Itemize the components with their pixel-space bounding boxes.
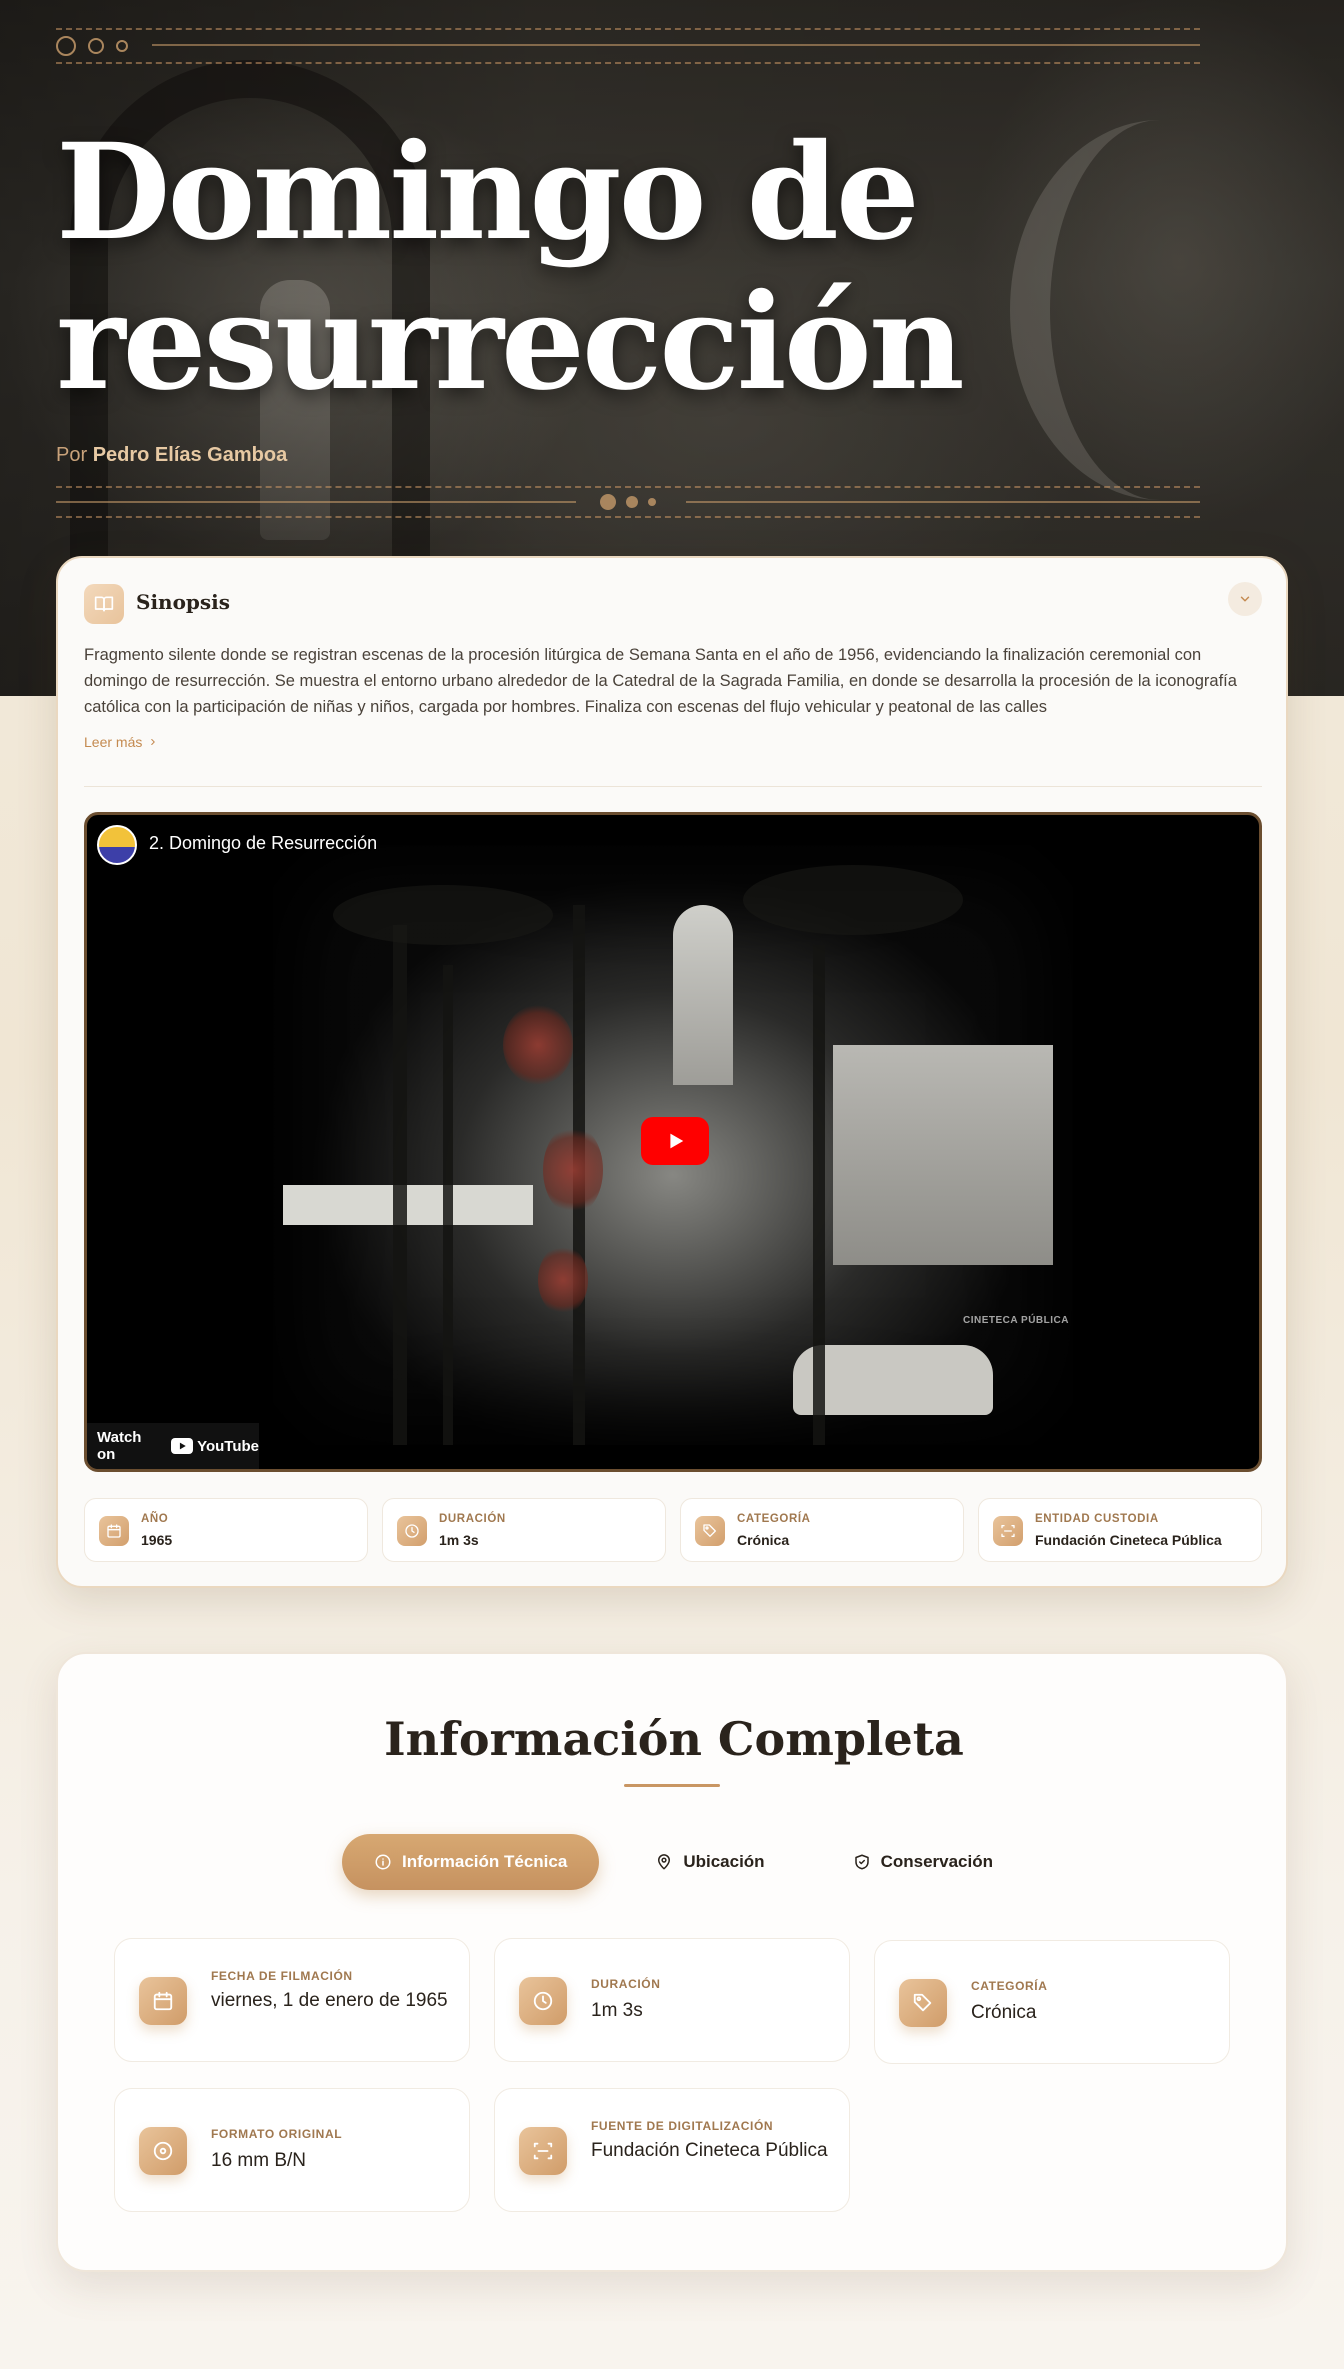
metadata-row: AÑO 1965 DURACIÓN 1m 3s CATEGORÍA Crónic… [84, 1498, 1262, 1562]
info-item-filming-date: FECHA DE FILMACIÓN viernes, 1 de enero d… [114, 1938, 470, 2062]
read-more-link[interactable]: Leer más [84, 734, 158, 750]
synopsis-card: Sinopsis Fragmento silente donde se regi… [56, 556, 1288, 1588]
scan-icon [519, 2127, 567, 2175]
page-title: Domingo de resurrección [56, 115, 965, 420]
clock-icon [519, 1977, 567, 2025]
info-tabs: Información Técnica Ubicación Conservaci… [342, 1834, 1025, 1890]
watch-on-youtube-link[interactable]: Watch on YouTube [87, 1423, 259, 1469]
synopsis-title: Sinopsis [136, 590, 231, 614]
decorative-dots [600, 494, 656, 510]
decorative-dashed-line [56, 62, 1200, 64]
info-item-category: CATEGORÍA Crónica [874, 1940, 1230, 2064]
meta-year: AÑO 1965 [84, 1498, 368, 1562]
decorative-line [152, 44, 1200, 46]
decorative-dashed-line [56, 516, 1200, 518]
meta-custodian: ENTIDAD CUSTODIA Fundación Cineteca Públ… [978, 1498, 1262, 1562]
tab-technical-info[interactable]: Información Técnica [342, 1834, 600, 1890]
divider [84, 786, 1262, 787]
disc-icon [139, 2127, 187, 2175]
calendar-icon [139, 1977, 187, 2025]
author-byline: Por Pedro Elías Gamboa [56, 444, 288, 466]
channel-avatar[interactable] [97, 825, 137, 865]
shield-check-icon [854, 1854, 869, 1870]
calendar-icon [99, 1516, 129, 1546]
map-pin-icon [658, 1854, 671, 1870]
tab-conservation[interactable]: Conservación [821, 1834, 1025, 1890]
chevron-right-icon [151, 738, 156, 746]
video-title[interactable]: 2. Domingo de Resurrección [149, 833, 377, 854]
title-underline [624, 1784, 720, 1787]
video-player[interactable]: CINETECA PÚBLICA 2. Domingo de Resurrecc… [84, 812, 1262, 1472]
tag-icon [695, 1516, 725, 1546]
tab-location[interactable]: Ubicación [623, 1834, 796, 1890]
meta-duration: DURACIÓN 1m 3s [382, 1498, 666, 1562]
section-title: Información Completa [384, 1712, 964, 1766]
play-icon [670, 1133, 684, 1149]
info-item-digitization-source: FUENTE DE DIGITALIZACIÓN Fundación Cinet… [494, 2088, 850, 2212]
chevron-down-icon [1240, 596, 1250, 602]
info-item-original-format: FORMATO ORIGINAL 16 mm B/N [114, 2088, 470, 2212]
youtube-logo: YouTube [171, 1438, 259, 1455]
collapse-button[interactable] [1228, 582, 1262, 616]
video-watermark: CINETECA PÚBLICA [963, 1315, 1069, 1326]
decorative-circles [56, 36, 128, 56]
clock-icon [397, 1516, 427, 1546]
full-info-card: Información Completa Información Técnica… [56, 1652, 1288, 2272]
author-name: Pedro Elías Gamboa [92, 444, 288, 466]
book-icon [84, 584, 124, 624]
info-item-duration: DURACIÓN 1m 3s [494, 1938, 850, 2062]
meta-category: CATEGORÍA Crónica [680, 1498, 964, 1562]
decorative-dashed-line [56, 486, 1200, 488]
info-icon [375, 1854, 391, 1870]
tag-icon [899, 1979, 947, 2027]
scan-icon [993, 1516, 1023, 1546]
decorative-dashed-line [56, 28, 1200, 30]
synopsis-text: Fragmento silente donde se registran esc… [84, 646, 1237, 716]
play-button[interactable] [641, 1117, 709, 1165]
